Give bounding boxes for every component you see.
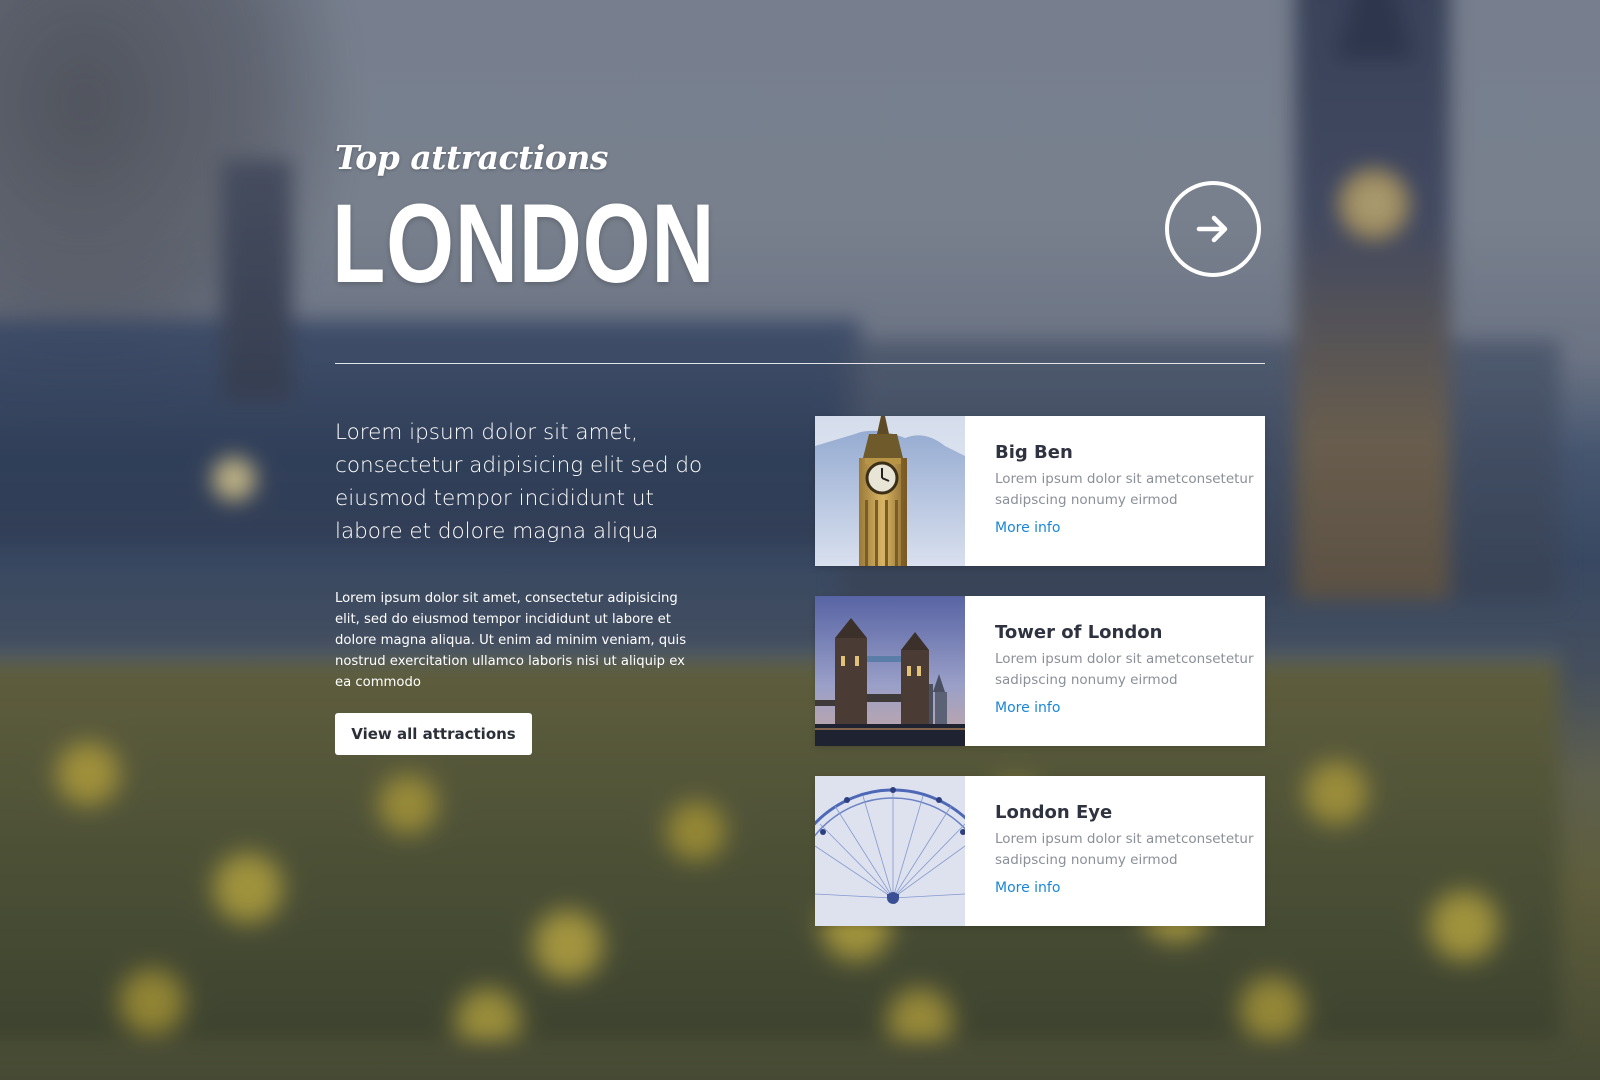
hero-eyebrow: Top attractions xyxy=(335,138,608,177)
attraction-card-london-eye: London Eye Lorem ipsum dolor sit ametcon… xyxy=(815,776,1265,926)
attraction-description: Lorem ipsum dolor sit ametconsetetur sad… xyxy=(995,831,1254,868)
view-all-attractions-button[interactable]: View all attractions xyxy=(335,713,532,755)
attraction-card-tower-of-london: Tower of London Lorem ipsum dolor sit am… xyxy=(815,596,1265,746)
attraction-description: Lorem ipsum dolor sit ametconsetetur sad… xyxy=(995,651,1254,688)
attraction-title: London Eye xyxy=(995,802,1113,823)
next-button[interactable] xyxy=(1165,181,1261,277)
attraction-card-big-ben: Big Ben Lorem ipsum dolor sit ametconset… xyxy=(815,416,1265,566)
more-info-link[interactable]: More info xyxy=(995,520,1060,536)
intro-lead-text: Lorem ipsum dolor sit amet, consectetur … xyxy=(335,420,703,544)
hero-section: Top attractions LONDON Lorem ipsum dolor… xyxy=(0,0,1600,1080)
more-info-link[interactable]: More info xyxy=(995,880,1060,896)
london-eye-photo xyxy=(815,776,965,926)
more-info-link[interactable]: More info xyxy=(995,700,1060,716)
attraction-title: Big Ben xyxy=(995,442,1073,463)
page-title: LONDON xyxy=(332,181,716,306)
intro-body-text: Lorem ipsum dolor sit amet, consectetur … xyxy=(335,591,687,690)
attraction-description: Lorem ipsum dolor sit ametconsetetur sad… xyxy=(995,471,1254,508)
arrow-right-icon xyxy=(1196,215,1228,243)
tower-bridge-photo xyxy=(815,596,965,746)
divider xyxy=(335,363,1265,364)
big-ben-photo xyxy=(815,416,965,566)
attraction-title: Tower of London xyxy=(995,622,1163,643)
